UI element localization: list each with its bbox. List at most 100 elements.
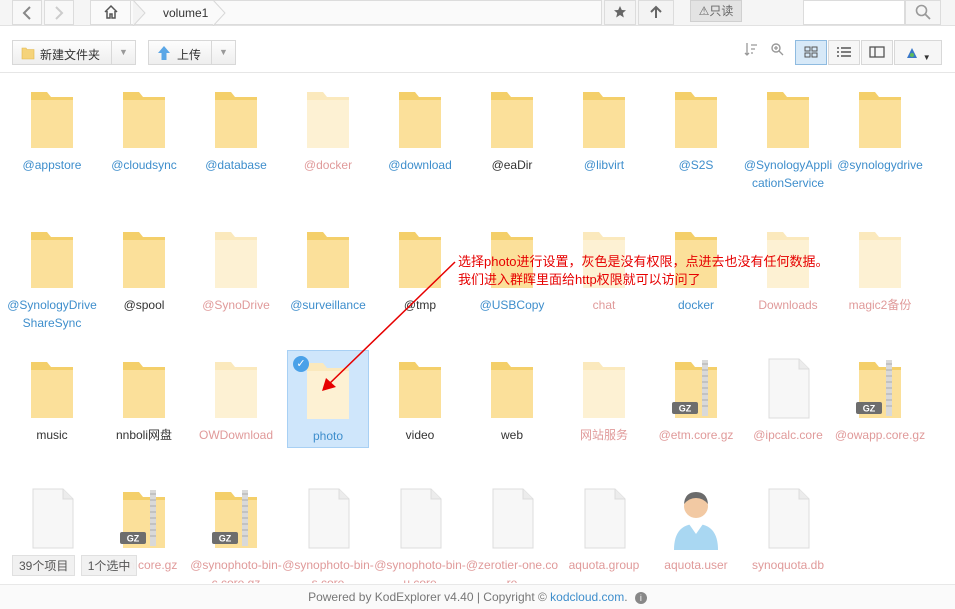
svg-text:GZ: GZ	[127, 534, 140, 544]
star-icon	[614, 6, 626, 18]
item-name: music	[36, 428, 68, 442]
back-button[interactable]	[12, 0, 42, 25]
folder-icon	[211, 226, 261, 292]
item-name: @SynoDrive	[202, 298, 270, 312]
warning-icon: ⚠	[698, 4, 710, 18]
item-name: @spool	[123, 298, 165, 312]
file-icon	[763, 356, 813, 422]
user-icon	[671, 486, 721, 552]
folder-item[interactable]: web	[471, 350, 553, 448]
file-icon	[27, 486, 77, 552]
folder-icon	[671, 86, 721, 152]
folder-item[interactable]: ✓ photo	[287, 350, 369, 448]
forward-button[interactable]	[44, 0, 74, 25]
item-name: aquota.user	[664, 558, 728, 572]
file-item[interactable]: aquota.user	[655, 480, 737, 578]
breadcrumb-item-volume1[interactable]: volume1	[163, 6, 208, 20]
item-name: @cloudsync	[111, 158, 177, 172]
footer: Powered by KodExplorer v4.40 | Copyright…	[0, 584, 955, 609]
file-item[interactable]: @zerotier-one.core	[466, 480, 558, 583]
folder-item[interactable]: OWDownload	[195, 350, 277, 448]
upload-label: 上传	[177, 48, 202, 62]
folder-item[interactable]: @SynologyApplicationService	[744, 80, 832, 190]
chevron-down-icon[interactable]: ▼	[211, 41, 235, 64]
folder-icon	[211, 86, 261, 152]
item-name: 网站服务	[579, 428, 628, 442]
folder-item[interactable]: music	[11, 350, 93, 448]
folder-item[interactable]: 网站服务	[563, 350, 645, 448]
status-bar: 39个项目 1个选中	[12, 555, 139, 576]
folder-item[interactable]: @synologydrive	[837, 80, 923, 178]
item-name: @tmp	[403, 298, 437, 312]
folder-icon	[395, 226, 445, 292]
new-folder-button[interactable]: 新建文件夹 ▼	[12, 40, 136, 65]
file-item[interactable]: @ipcalc.core	[747, 350, 829, 448]
archive-icon: GZ	[855, 356, 905, 422]
folder-item[interactable]: @libvirt	[563, 80, 645, 178]
icon-view-button[interactable]	[795, 40, 827, 65]
item-name: web	[500, 428, 523, 442]
annotation-line2: 我们进入群晖里面给http权限就可以访问了	[458, 272, 701, 287]
folder-item[interactable]: nnboli网盘	[103, 350, 185, 448]
svg-text:GZ: GZ	[863, 404, 876, 414]
folder-item[interactable]: video	[379, 350, 461, 448]
item-name: @database	[205, 158, 267, 172]
file-item[interactable]: GZ @etm.core.gz	[655, 350, 737, 448]
favorite-button[interactable]	[604, 0, 636, 25]
home-button[interactable]	[91, 1, 131, 25]
zoom-icon[interactable]	[766, 42, 788, 64]
theme-button[interactable]: ▼	[894, 40, 942, 65]
file-item[interactable]: synoquota.db	[747, 480, 829, 578]
folder-item[interactable]: @eaDir	[471, 80, 553, 178]
folder-icon	[855, 86, 905, 152]
upload-button[interactable]: 上传 ▼	[148, 40, 236, 65]
sort-icon[interactable]	[740, 42, 762, 64]
folder-item[interactable]: @surveillance	[287, 220, 369, 318]
folder-icon	[21, 47, 35, 60]
item-name: @SynologyApplicationService	[743, 158, 833, 190]
footer-suffix: .	[624, 590, 628, 604]
readonly-badge: ⚠只读	[690, 0, 742, 22]
file-item[interactable]: @synophoto-bin-u.core	[374, 480, 466, 583]
folder-item[interactable]: @tmp	[379, 220, 461, 318]
up-button[interactable]	[638, 0, 674, 25]
folder-icon	[119, 86, 169, 152]
info-icon[interactable]: i	[634, 592, 647, 604]
grid-icon	[804, 46, 818, 58]
file-item[interactable]: GZ @owapp.core.gz	[835, 350, 925, 448]
list-icon	[837, 47, 851, 57]
split-view-button[interactable]	[861, 40, 893, 65]
folder-item[interactable]: @database	[195, 80, 277, 178]
list-view-button[interactable]	[828, 40, 860, 65]
item-name: @zerotier-one.core	[465, 558, 559, 583]
file-item[interactable]: aquota.group	[563, 480, 645, 578]
folder-item[interactable]: @docker	[287, 80, 369, 178]
folder-icon	[119, 356, 169, 422]
folder-item[interactable]: @SynoDrive	[195, 220, 277, 318]
item-name: @etm.core.gz	[658, 428, 734, 442]
item-name: @SynologyDriveShareSync	[7, 298, 97, 330]
folder-icon	[763, 86, 813, 152]
folder-icon	[395, 86, 445, 152]
folder-item[interactable]: @cloudsync	[103, 80, 185, 178]
item-name: synoquota.db	[751, 558, 825, 572]
item-name: @synophoto-bin-s.core	[282, 558, 374, 583]
folder-item[interactable]: @SynologyDriveShareSync	[7, 220, 97, 330]
svg-text:GZ: GZ	[219, 534, 232, 544]
folder-item[interactable]: @appstore	[11, 80, 93, 178]
footer-link[interactable]: kodcloud.com	[550, 590, 624, 604]
breadcrumb-separator	[212, 0, 226, 26]
check-icon[interactable]: ✓	[293, 356, 309, 372]
chevron-down-icon[interactable]: ▼	[111, 41, 135, 64]
folder-item[interactable]: magic2备份	[839, 220, 921, 318]
file-item[interactable]: GZ @synophoto-bin-c.core.gz	[190, 480, 282, 583]
folder-item[interactable]: @spool	[103, 220, 185, 318]
search-input[interactable]	[803, 0, 905, 25]
item-name: photo	[312, 429, 344, 443]
folder-item[interactable]: @S2S	[655, 80, 737, 178]
folder-item[interactable]: @download	[379, 80, 461, 178]
file-icon	[763, 486, 813, 552]
file-item[interactable]: @synophoto-bin-s.core	[282, 480, 374, 583]
selected-count: 1个选中	[80, 555, 138, 576]
search-button[interactable]	[905, 0, 941, 25]
